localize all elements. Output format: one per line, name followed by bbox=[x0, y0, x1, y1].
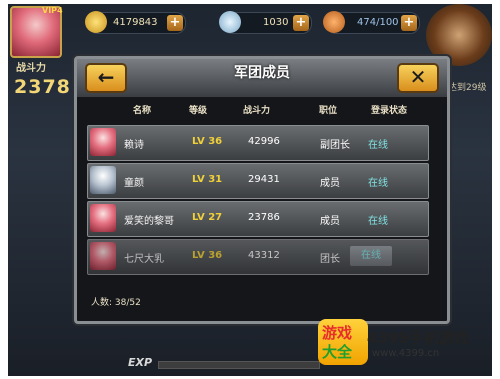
member-row[interactable]: 爱笑的黎哥 LV 27 23786 成员 在线 bbox=[87, 201, 429, 237]
back-arrow-button[interactable]: ← bbox=[85, 63, 127, 93]
vip-badge: VIP4 bbox=[42, 6, 63, 15]
stamina-icon bbox=[323, 11, 345, 33]
member-name: 赖诗 bbox=[124, 140, 144, 151]
member-role: 团长 bbox=[320, 254, 340, 265]
member-row[interactable]: 七尺大乳 LV 36 43312 团长 在线 bbox=[87, 239, 429, 275]
site-url: www.4399.cn bbox=[372, 348, 440, 359]
dialog-header: ← 军团成员 ✕ bbox=[77, 59, 447, 97]
unlock-level-text: 达到29级 bbox=[448, 83, 487, 93]
member-status: 在线 bbox=[368, 140, 388, 151]
legion-members-dialog: ← 军团成员 ✕ 名称 等级 战斗力 职位 登录状态 赖诗 LV 36 4299… bbox=[74, 56, 450, 324]
member-name: 七尺大乳 bbox=[124, 254, 164, 265]
top-status-bar: VIP4 4179843 + 1030 + 474/100 + bbox=[8, 4, 492, 66]
member-power: 23786 bbox=[248, 212, 280, 223]
member-level: LV 31 bbox=[192, 174, 223, 185]
member-power: 42996 bbox=[248, 136, 280, 147]
battle-power-value: 2378 bbox=[14, 76, 71, 98]
member-level: LV 27 bbox=[192, 212, 223, 223]
member-row[interactable]: 童颜 LV 31 29431 成员 在线 bbox=[87, 163, 429, 199]
member-level: LV 36 bbox=[192, 136, 223, 147]
member-avatar bbox=[90, 204, 116, 232]
gold-coin-icon bbox=[85, 11, 107, 33]
exp-bar bbox=[158, 361, 320, 369]
member-power: 43312 bbox=[248, 250, 280, 261]
member-level: LV 36 bbox=[192, 250, 223, 261]
member-status: 在线 bbox=[350, 246, 392, 266]
member-avatar bbox=[90, 242, 116, 270]
stamina-resource: 474/100 + bbox=[323, 11, 420, 34]
exp-label: EXP bbox=[128, 356, 153, 369]
member-count: 人数: 38/52 bbox=[91, 295, 141, 308]
member-role: 成员 bbox=[320, 216, 340, 227]
member-name: 爱笑的黎哥 bbox=[124, 216, 174, 227]
col-name: 名称 bbox=[133, 106, 152, 116]
member-avatar bbox=[90, 128, 116, 156]
battle-power-label: 战斗力 bbox=[16, 63, 46, 74]
member-role: 成员 bbox=[320, 178, 340, 189]
close-button[interactable]: ✕ bbox=[397, 63, 439, 93]
logo-text-bottom: 大全 bbox=[322, 343, 353, 361]
col-role: 职位 bbox=[319, 106, 338, 116]
member-count-label: 人数: bbox=[91, 298, 113, 308]
col-power: 战斗力 bbox=[243, 106, 271, 116]
diamond-icon bbox=[219, 11, 241, 33]
dialog-title: 军团成员 bbox=[234, 65, 290, 81]
gold-value: 4179843 bbox=[113, 17, 158, 28]
member-avatar bbox=[90, 166, 116, 194]
diamond-value: 1030 bbox=[263, 17, 289, 28]
diamond-resource: 1030 + bbox=[219, 11, 312, 34]
member-status: 在线 bbox=[368, 216, 388, 227]
member-power: 29431 bbox=[248, 174, 280, 185]
member-count-value: 38/52 bbox=[114, 298, 141, 308]
add-gold-button[interactable]: + bbox=[167, 15, 183, 31]
youxi-daquan-logo: 游戏 大全 bbox=[318, 319, 368, 365]
member-status: 在线 bbox=[368, 178, 388, 189]
add-stamina-button[interactable]: + bbox=[401, 15, 417, 31]
member-row[interactable]: 赖诗 LV 36 42996 副团长 在线 bbox=[87, 125, 429, 161]
gold-resource: 4179843 + bbox=[85, 11, 186, 34]
stamina-value: 474/100 bbox=[357, 17, 399, 28]
col-login-status: 登录状态 bbox=[371, 106, 408, 116]
member-name: 童颜 bbox=[124, 178, 144, 189]
member-role: 副团长 bbox=[320, 140, 350, 151]
game-screen: VIP4 4179843 + 1030 + 474/100 + 达到29级 战斗… bbox=[8, 4, 492, 376]
col-level: 等级 bbox=[189, 106, 208, 116]
logo-text-top: 游戏 bbox=[322, 324, 353, 342]
add-diamond-button[interactable]: + bbox=[293, 15, 309, 31]
brand-name: 4399手机游戏 bbox=[367, 329, 469, 347]
member-table-header: 名称 等级 战斗力 职位 登录状态 bbox=[77, 103, 447, 119]
